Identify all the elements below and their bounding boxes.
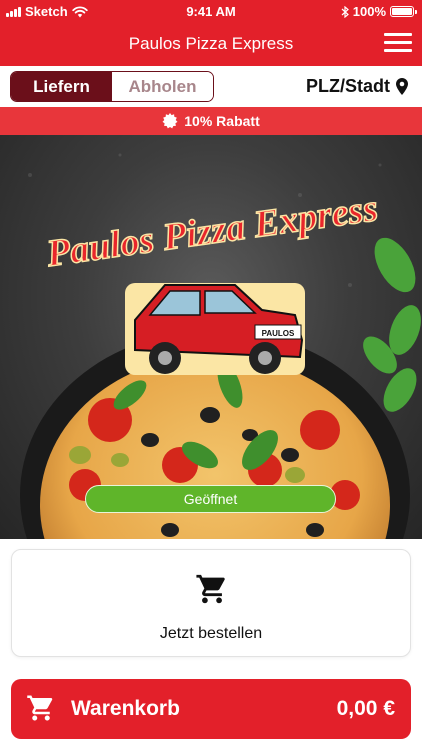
map-pin-icon xyxy=(396,78,408,95)
page-title: Paulos Pizza Express xyxy=(128,34,294,53)
order-now-label: Jetzt bestellen xyxy=(159,625,263,642)
logo-text: Paulos Pizza Express xyxy=(43,187,380,275)
hero-illustration: Paulos Pizza Express PAULOS xyxy=(20,153,421,539)
battery-percent: 100% xyxy=(352,4,386,19)
order-now-card[interactable]: Jetzt bestellen xyxy=(11,549,411,657)
delivery-mode-toggle: Liefern Abholen xyxy=(10,71,214,102)
mode-row: Liefern Abholen PLZ/Stadt xyxy=(0,66,422,107)
status-right: 100% xyxy=(341,4,417,19)
hamburger-menu-icon[interactable] xyxy=(384,32,412,54)
hero-image: Paulos Pizza Express PAULOS Geöffnet xyxy=(0,135,422,539)
cart-total: 0,00 € xyxy=(336,697,395,720)
mode-option-liefern[interactable]: Liefern xyxy=(11,72,112,101)
mode-option-abholen[interactable]: Abholen xyxy=(112,72,213,101)
car-logo: PAULOS xyxy=(125,283,305,375)
discount-label: 10% Rabatt xyxy=(184,113,260,129)
battery-icon xyxy=(390,6,417,17)
nav-bar: Paulos Pizza Express xyxy=(0,22,422,66)
location-selector[interactable]: PLZ/Stadt xyxy=(306,76,408,97)
cart-button[interactable]: Warenkorb 0,00 € xyxy=(11,679,411,739)
discount-banner[interactable]: 10% Rabatt xyxy=(0,107,422,135)
cart-icon xyxy=(196,574,225,604)
cart-icon xyxy=(27,695,53,721)
bluetooth-icon xyxy=(341,5,349,18)
status-bar: Sketch 9:41 AM 100% xyxy=(0,0,422,22)
badge-icon xyxy=(162,113,178,129)
plate-text: PAULOS xyxy=(262,329,295,338)
location-label: PLZ/Stadt xyxy=(306,76,390,96)
open-status-badge: Geöffnet xyxy=(85,485,336,513)
cart-label: Warenkorb xyxy=(71,697,180,720)
